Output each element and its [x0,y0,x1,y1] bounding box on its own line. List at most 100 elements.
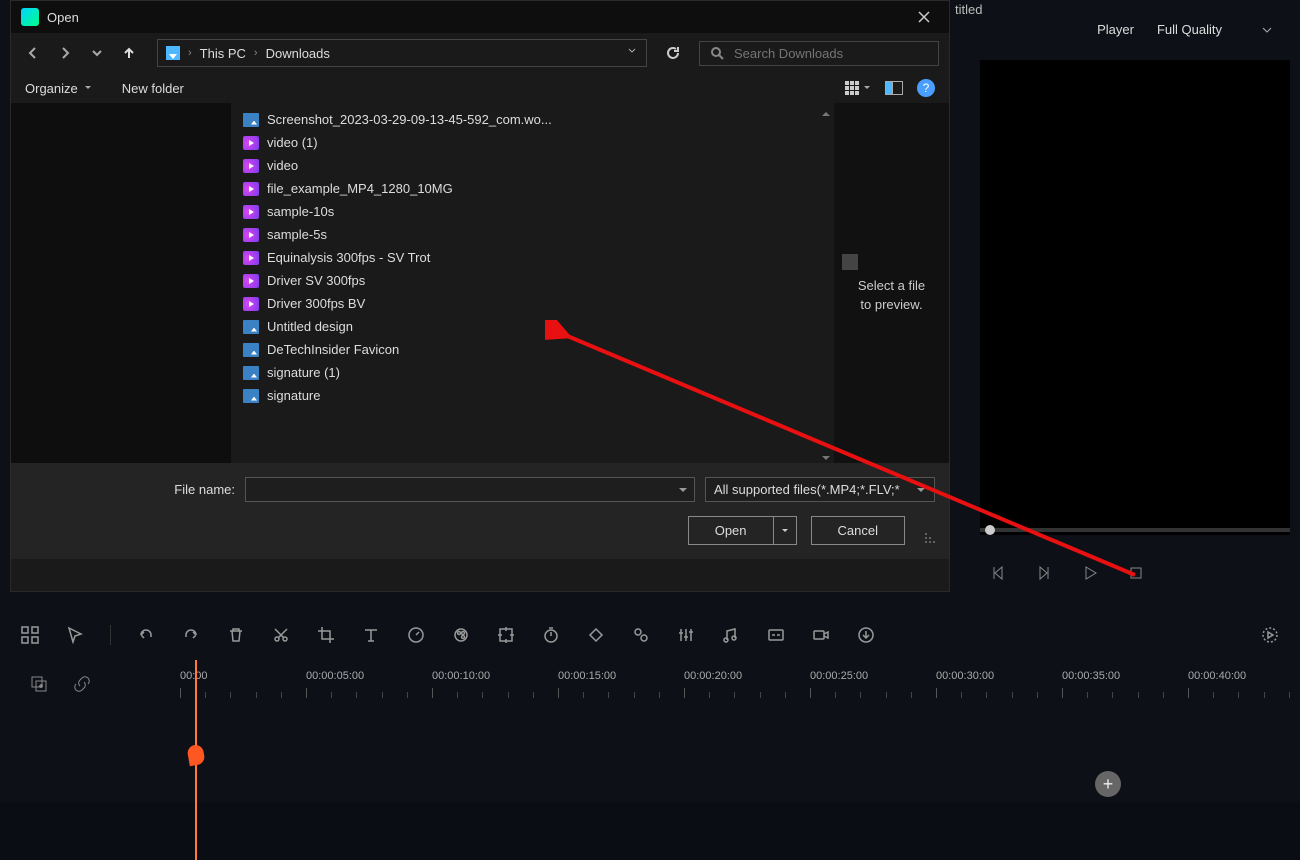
progress-knob[interactable] [985,525,995,535]
adjust-icon[interactable] [676,625,696,645]
file-item[interactable]: video [231,154,834,177]
video-file-icon [243,182,259,196]
play-button[interactable] [1082,565,1098,581]
ruler-tick: 00:00:25:00 [810,670,868,682]
scroll-down-icon[interactable] [821,450,831,460]
undo-icon[interactable] [136,625,156,645]
keyframe-icon[interactable] [586,625,606,645]
file-name: video [267,158,298,173]
nav-row: › This PC › Downloads [11,33,949,73]
breadcrumb-dropdown[interactable] [626,44,638,62]
subtitle-icon[interactable] [766,625,786,645]
scroll-up-icon[interactable] [821,106,831,116]
filetype-dropdown[interactable]: All supported files(*.MP4;*.FLV;* [705,477,935,502]
new-folder-button[interactable]: New folder [122,81,184,96]
folder-tree[interactable] [11,103,231,463]
video-preview [980,60,1290,535]
ruler-tick: 00:00:40:00 [1188,670,1246,682]
file-item[interactable]: DeTechInsider Favicon [231,338,834,361]
video-file-icon [243,297,259,311]
file-name: DeTechInsider Favicon [267,342,399,357]
image-file-icon [243,343,259,357]
layout-icon[interactable] [20,625,40,645]
preview-text-1: Select a file [858,278,925,293]
audio-icon[interactable] [721,625,741,645]
forward-button[interactable] [53,41,77,65]
stop-button[interactable] [1128,565,1144,581]
image-file-icon [243,389,259,403]
close-button[interactable] [909,5,939,29]
speed-icon[interactable] [406,625,426,645]
record-icon[interactable] [811,625,831,645]
add-clip-button[interactable]: + [1095,771,1121,797]
delete-icon[interactable] [226,625,246,645]
chevron-down-icon [863,84,871,92]
open-button[interactable]: Open [689,517,774,544]
file-name: video (1) [267,135,318,150]
cut-icon[interactable] [271,625,291,645]
view-mode-button[interactable] [845,81,871,95]
ruler-tick: 00:00:20:00 [684,670,742,682]
playhead-handle[interactable] [186,744,205,766]
render-icon[interactable] [1260,625,1280,645]
cancel-button[interactable]: Cancel [811,516,905,545]
help-button[interactable]: ? [917,79,935,97]
prev-frame-button[interactable] [990,565,1006,581]
player-label: Player [1097,22,1134,37]
resize-grip[interactable] [923,533,935,545]
redo-icon[interactable] [181,625,201,645]
back-button[interactable] [21,41,45,65]
preview-pane-button[interactable] [885,81,903,95]
next-frame-button[interactable] [1036,565,1052,581]
text-icon[interactable] [361,625,381,645]
file-item[interactable]: signature (1) [231,361,834,384]
organize-button[interactable]: Organize [25,81,92,96]
chevron-down-icon[interactable] [678,485,688,495]
file-item[interactable]: sample-5s [231,223,834,246]
effects-icon[interactable] [631,625,651,645]
timeline: 00:0000:00:05:0000:00:10:0000:00:15:0000… [20,660,1300,802]
chevron-down-icon [916,485,926,495]
cursor-icon[interactable] [65,625,85,645]
filename-input[interactable] [252,482,678,497]
file-item[interactable]: Equinalysis 300fps - SV Trot [231,246,834,269]
file-item[interactable]: sample-10s [231,200,834,223]
export-icon[interactable] [856,625,876,645]
video-file-icon [243,205,259,219]
timer-icon[interactable] [541,625,561,645]
file-item[interactable]: file_example_MP4_1280_10MG [231,177,834,200]
file-item[interactable]: video (1) [231,131,834,154]
up-button[interactable] [117,41,141,65]
transform-icon[interactable] [496,625,516,645]
title-bar: Open [11,1,949,33]
chevron-down-icon [1262,25,1272,35]
ruler-tick: 00:00:35:00 [1062,670,1120,682]
preview-placeholder-icon [842,254,858,270]
breadcrumb-pc[interactable]: This PC [200,46,246,61]
file-name: Screenshot_2023-03-29-09-13-45-592_com.w… [267,112,552,127]
video-file-icon [243,251,259,265]
file-item[interactable]: Untitled design [231,315,834,338]
file-item[interactable]: Screenshot_2023-03-29-09-13-45-592_com.w… [231,108,834,131]
recent-button[interactable] [85,41,109,65]
breadcrumb-folder[interactable]: Downloads [266,46,330,61]
file-item[interactable]: Driver 300fps BV [231,292,834,315]
search-box[interactable] [699,41,939,66]
refresh-button[interactable] [655,45,691,61]
ruler[interactable]: 00:0000:00:05:0000:00:10:0000:00:15:0000… [180,670,1300,700]
file-item[interactable]: signature [231,384,834,407]
filetype-label: All supported files(*.MP4;*.FLV;* [714,482,900,497]
progress-track[interactable] [980,528,1290,532]
breadcrumb[interactable]: › This PC › Downloads [157,39,647,67]
scrollbar[interactable] [818,103,834,463]
crop-icon[interactable] [316,625,336,645]
file-list[interactable]: Screenshot_2023-03-29-09-13-45-592_com.w… [231,103,834,463]
color-icon[interactable] [451,625,471,645]
search-input[interactable] [734,46,928,61]
open-dropdown[interactable] [774,517,796,544]
file-item[interactable]: Driver SV 300fps [231,269,834,292]
location-icon [166,46,180,60]
link-icon[interactable] [73,675,91,698]
add-track-icon[interactable] [30,675,48,698]
quality-dropdown[interactable]: Full Quality [1149,18,1280,41]
